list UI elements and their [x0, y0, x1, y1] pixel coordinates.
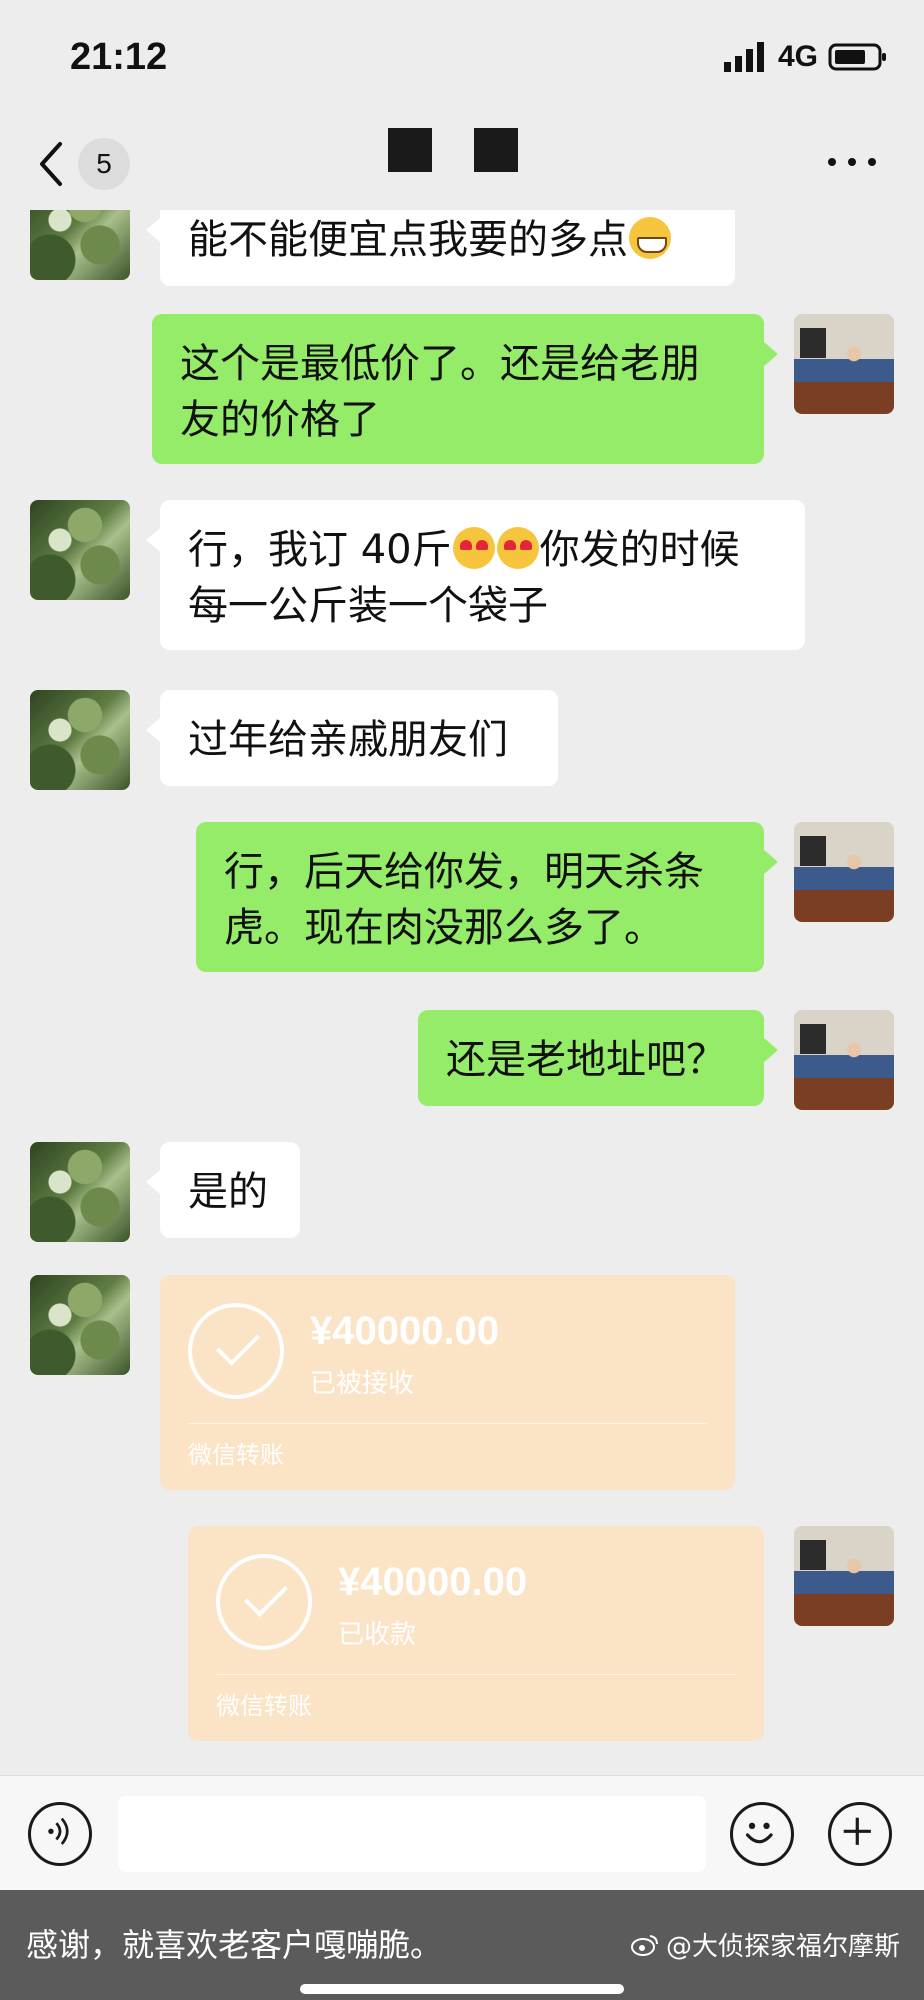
contact-avatar[interactable] — [30, 1275, 130, 1375]
message-list[interactable]: 能不能便宜点我要的多点 这个是最低价了。还是给老朋友的价格了 行，我订 40斤你… — [0, 210, 924, 1775]
more-icon[interactable] — [826, 152, 880, 172]
watermark: @大侦探家福尔摩斯 — [630, 1926, 900, 1963]
heart-eyes-emoji-icon — [452, 527, 495, 569]
my-avatar[interactable] — [794, 822, 894, 922]
contact-avatar[interactable] — [30, 1142, 130, 1242]
caption-bar: 感谢，就喜欢老客户嘎嘣脆。 @大侦探家福尔摩斯 — [0, 1890, 924, 2000]
grin-emoji-icon — [629, 217, 671, 259]
transfer-card[interactable]: ¥40000.00 已收款 微信转账 — [188, 1526, 764, 1741]
status-bar: 21:12 4G — [0, 0, 924, 118]
transfer-brand: 微信转账 — [216, 1692, 312, 1720]
network-type: 4G — [778, 40, 819, 73]
transfer-card[interactable]: ¥40000.00 已被接收 微信转账 — [160, 1275, 735, 1490]
home-indicator[interactable] — [300, 1984, 624, 1994]
contact-avatar[interactable] — [30, 500, 130, 600]
transfer-amount: ¥40000.00 — [338, 1560, 528, 1604]
message-text: 能不能便宜点我要的多点 — [188, 217, 628, 263]
chat-header: 5 — [0, 118, 924, 210]
sent-message[interactable]: 行，后天给你发，明天杀条虎。现在肉没那么多了。 — [196, 822, 778, 972]
plus-icon[interactable] — [828, 1802, 892, 1866]
transfer-divider — [216, 1674, 736, 1675]
sent-message[interactable]: 这个是最低价了。还是给老朋友的价格了 — [152, 314, 778, 464]
check-circle-icon — [216, 1554, 312, 1650]
transfer-status: 已被接收 — [310, 1369, 415, 1399]
message-text: 还是老地址吧？ — [446, 1037, 726, 1083]
check-circle-icon — [188, 1303, 284, 1399]
received-message[interactable]: 能不能便宜点我要的多点 — [146, 210, 735, 286]
my-avatar[interactable] — [794, 314, 894, 414]
contact-avatar[interactable] — [30, 210, 130, 280]
battery-icon — [828, 43, 886, 71]
heart-eyes-emoji-icon — [496, 527, 539, 569]
message-input[interactable] — [118, 1796, 706, 1872]
status-time: 21:12 — [70, 36, 168, 78]
message-text: 行，我订 40斤 — [188, 527, 452, 573]
message-text: 这个是最低价了。还是给老朋友的价格了 — [180, 341, 700, 443]
transfer-divider — [188, 1423, 707, 1424]
received-message[interactable]: 是的 — [146, 1142, 300, 1238]
received-message[interactable]: 行，我订 40斤 你发的时候每一公斤装一个袋子 — [146, 500, 805, 650]
received-message[interactable]: 过年给亲戚朋友们 — [146, 690, 558, 786]
caption-text: 感谢，就喜欢老客户嘎嘣脆。 — [26, 1926, 443, 1964]
message-text: 行，后天给你发，明天杀条虎。现在肉没那么多了。 — [224, 849, 704, 951]
sent-message[interactable]: 还是老地址吧？ — [418, 1010, 778, 1106]
message-text: 过年给亲戚朋友们 — [188, 717, 508, 763]
signal-icon — [724, 42, 764, 72]
weibo-icon — [630, 1934, 658, 1956]
transfer-status: 已收款 — [338, 1620, 417, 1650]
my-avatar[interactable] — [794, 1010, 894, 1110]
voice-icon[interactable] — [28, 1802, 92, 1866]
input-bar — [0, 1775, 924, 1890]
message-text: 是的 — [188, 1169, 268, 1215]
my-avatar[interactable] — [794, 1526, 894, 1626]
back-arrow-icon[interactable] — [36, 140, 66, 188]
transfer-amount: ¥40000.00 — [310, 1309, 500, 1353]
unread-count-badge[interactable]: 5 — [78, 138, 130, 190]
emoji-icon[interactable] — [730, 1802, 794, 1866]
watermark-text: @大侦探家福尔摩斯 — [665, 1932, 900, 1962]
contact-name-redacted — [388, 128, 518, 178]
contact-avatar[interactable] — [30, 690, 130, 790]
transfer-brand: 微信转账 — [188, 1441, 284, 1469]
